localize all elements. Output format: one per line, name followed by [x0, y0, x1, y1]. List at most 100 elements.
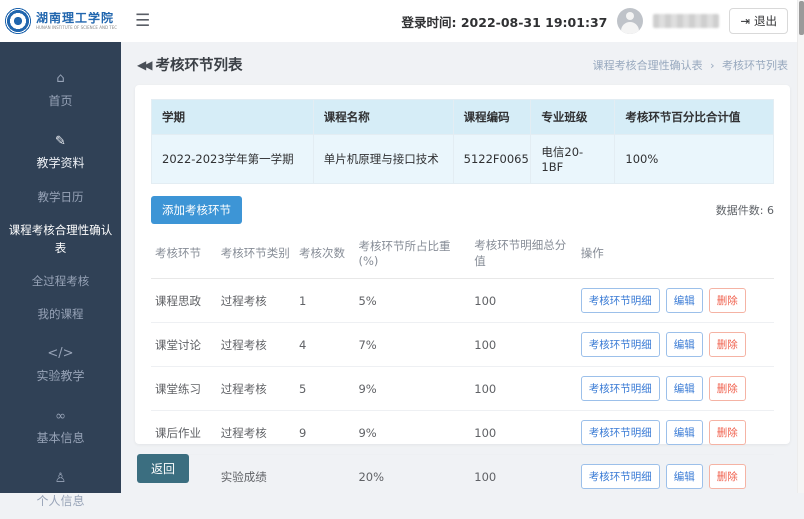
logout-icon: ⇥	[740, 14, 750, 28]
table-cell: 100	[470, 455, 576, 494]
assessment-detail-button[interactable]: 考核环节明细	[581, 288, 660, 313]
back-arrows-icon[interactable]: ◀◀	[137, 58, 149, 72]
course-code-cell: 5122F0065	[453, 135, 531, 184]
sidebar-item-label: 我的课程	[38, 307, 84, 321]
delete-button[interactable]: 删除	[709, 376, 746, 401]
user-icon: ♙	[6, 469, 115, 489]
row-actions: 考核环节明细编辑删除	[577, 455, 774, 494]
login-time: 登录时间: 2022-08-31 19:01:37	[402, 12, 608, 31]
breadcrumb-separator-icon: ›	[710, 59, 714, 72]
logout-button[interactable]: ⇥ 退出	[729, 8, 788, 34]
avatar[interactable]	[617, 8, 643, 34]
main-content: ◀◀ 考核环节列表 课程考核合理性确认表 › 考核环节列表 学期 课程名	[121, 42, 804, 493]
column-header: 课程名称	[313, 100, 453, 135]
table-cell: 过程考核	[217, 411, 295, 455]
table-row: 课后作业过程考核99%100考核环节明细编辑删除	[151, 411, 774, 455]
sidebar-item-full-process-assessment[interactable]: 全过程考核	[0, 265, 121, 298]
sidebar-item-experimental-teaching[interactable]: </> 实验教学	[0, 335, 121, 394]
row-actions: 考核环节明细编辑删除	[577, 367, 774, 411]
sidebar-item-teaching-materials[interactable]: ✎ 教学资料	[0, 123, 121, 182]
edit-icon: ✎	[6, 132, 115, 152]
school-logo-icon	[4, 7, 32, 35]
table-cell: 课后作业	[151, 411, 217, 455]
assessment-detail-button[interactable]: 考核环节明细	[581, 332, 660, 357]
table-row: 2022-2023学年第一学期 单片机原理与接口技术 5122F0065 电信2…	[152, 135, 774, 184]
delete-button[interactable]: 删除	[709, 332, 746, 357]
class-cell: 电信20-1BF	[531, 135, 615, 184]
home-icon: ⌂	[6, 69, 115, 89]
scrollbar[interactable]	[797, 0, 804, 493]
sidebar-item-my-courses[interactable]: 我的课程	[0, 298, 121, 331]
assessment-table: 考核环节 考核环节类别 考核次数 考核环节所占比重(%) 考核环节明细总分值 操…	[151, 228, 774, 493]
table-cell: 100	[470, 279, 576, 323]
delete-button[interactable]: 删除	[709, 464, 746, 489]
delete-button[interactable]: 删除	[709, 420, 746, 445]
course-info-table: 学期 课程名称 课程编码 专业班级 考核环节百分比合计值 2022-2023学年…	[151, 99, 774, 184]
table-cell: 实验成绩	[217, 455, 295, 494]
school-name-english: HUNAN INSTITUTE OF SCIENCE AND TECHNOLOG…	[36, 26, 117, 31]
user-name-redacted	[653, 14, 719, 28]
assessment-table-body: 课程思政过程考核15%100考核环节明细编辑删除课堂讨论过程考核47%100考核…	[151, 279, 774, 494]
column-header: 考核环节百分比合计值	[615, 100, 774, 135]
main-column: ☰ 登录时间: 2022-08-31 19:01:37 ⇥ 退出 ◀◀ 考核环节	[121, 0, 804, 493]
assessment-detail-button[interactable]: 考核环节明细	[581, 376, 660, 401]
sidebar-item-basic-info[interactable]: ∞ 基本信息	[0, 398, 121, 457]
sidebar-item-teaching-calendar[interactable]: 教学日历	[0, 181, 121, 214]
title-row: ◀◀ 考核环节列表 课程考核合理性确认表 › 考核环节列表	[137, 54, 788, 75]
table-cell: 5%	[354, 279, 470, 323]
table-cell: 9%	[354, 367, 470, 411]
sidebar-item-assessment-confirmation[interactable]: 课程考核合理性确认表	[0, 214, 121, 265]
table-cell: 课堂练习	[151, 367, 217, 411]
sidebar-toggle-button[interactable]: ☰	[135, 13, 150, 30]
edit-button[interactable]: 编辑	[666, 464, 703, 489]
back-button[interactable]: 返回	[137, 454, 189, 483]
login-time-label: 登录时间:	[402, 15, 457, 30]
sidebar-item-label: 教学日历	[38, 190, 84, 204]
semester-cell: 2022-2023学年第一学期	[152, 135, 314, 184]
toolbar: 添加考核环节 数据件数: 6	[151, 196, 774, 224]
sidebar-item-label: 教学资料	[36, 156, 84, 170]
edit-button[interactable]: 编辑	[666, 420, 703, 445]
breadcrumb-current: 考核环节列表	[722, 59, 788, 72]
edit-button[interactable]: 编辑	[666, 332, 703, 357]
breadcrumb: 课程考核合理性确认表 › 考核环节列表	[593, 57, 788, 73]
row-actions: 考核环节明细编辑删除	[577, 411, 774, 455]
sidebar-menu: ⌂ 首页 ✎ 教学资料 教学日历 课程考核合理性确认表 全过程考核 我的课程 <…	[0, 42, 121, 519]
delete-button[interactable]: 删除	[709, 288, 746, 313]
logo: 湖南理工学院 HUNAN INSTITUTE OF SCIENCE AND TE…	[0, 0, 121, 42]
table-cell: 4	[295, 323, 354, 367]
table-row: 课堂讨论过程考核47%100考核环节明细编辑删除	[151, 323, 774, 367]
column-header: 学期	[152, 100, 314, 135]
row-actions: 考核环节明细编辑删除	[577, 279, 774, 323]
table-cell: 20%	[354, 455, 470, 494]
assessment-detail-button[interactable]: 考核环节明细	[581, 464, 660, 489]
breadcrumb-parent[interactable]: 课程考核合理性确认表	[593, 59, 703, 72]
column-header: 考核环节类别	[217, 228, 295, 279]
add-assessment-button[interactable]: 添加考核环节	[151, 196, 242, 224]
sidebar-item-home[interactable]: ⌂ 首页	[0, 60, 121, 119]
school-name: 湖南理工学院	[36, 12, 117, 26]
table-header-row: 学期 课程名称 课程编码 专业班级 考核环节百分比合计值	[152, 100, 774, 135]
data-count: 数据件数: 6	[716, 202, 774, 218]
edit-button[interactable]: 编辑	[666, 376, 703, 401]
table-cell: 100	[470, 323, 576, 367]
table-header-row: 考核环节 考核环节类别 考核次数 考核环节所占比重(%) 考核环节明细总分值 操…	[151, 228, 774, 279]
table-cell: 1	[295, 279, 354, 323]
table-cell: 过程考核	[217, 279, 295, 323]
sidebar-item-personal-info[interactable]: ♙ 个人信息	[0, 460, 121, 519]
scrollbar-thumb[interactable]	[799, 1, 804, 35]
link-icon: ∞	[6, 407, 115, 427]
course-name-cell: 单片机原理与接口技术	[313, 135, 453, 184]
table-row: 课程思政过程考核15%100考核环节明细编辑删除	[151, 279, 774, 323]
table-cell: 100	[470, 367, 576, 411]
table-cell: 7%	[354, 323, 470, 367]
header-right: 登录时间: 2022-08-31 19:01:37 ⇥ 退出	[402, 8, 789, 34]
code-icon: </>	[6, 344, 115, 364]
table-cell: 课堂讨论	[151, 323, 217, 367]
edit-button[interactable]: 编辑	[666, 288, 703, 313]
column-header: 考核环节	[151, 228, 217, 279]
sidebar-item-label: 首页	[48, 94, 72, 108]
sidebar-item-label: 基本信息	[36, 431, 84, 445]
login-time-value: 2022-08-31 19:01:37	[461, 15, 608, 30]
assessment-detail-button[interactable]: 考核环节明细	[581, 420, 660, 445]
